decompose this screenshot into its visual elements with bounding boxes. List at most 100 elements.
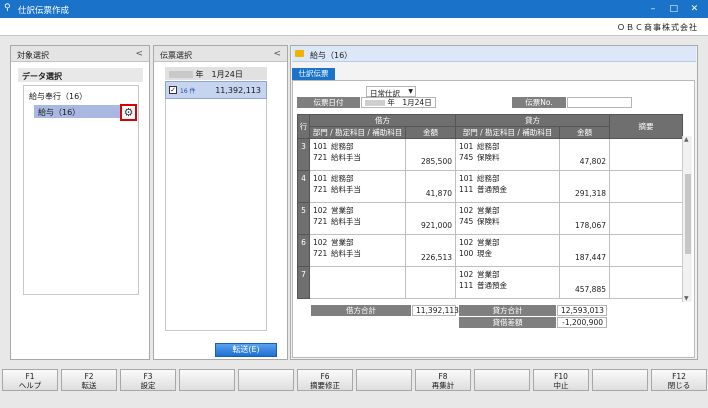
date-field[interactable]: 年 1月24日 bbox=[361, 97, 436, 108]
gear-icon[interactable]: ⚙ bbox=[120, 104, 137, 121]
window-title: 仕訳伝票作成 bbox=[18, 6, 70, 16]
credit-dept: 総務部 bbox=[477, 174, 500, 183]
debit-account-code: 721 bbox=[313, 185, 328, 194]
voucher-panel-header: 伝票選択 < bbox=[154, 46, 287, 62]
table-row[interactable]: 4 101 総務部 721 給料手当 41,870 101 総務部 111 普通預金 291,318 bbox=[297, 170, 683, 203]
fkey-number: F6 bbox=[320, 372, 330, 381]
credit-amount-cell[interactable]: 457,885 bbox=[559, 266, 610, 299]
memo-cell[interactable] bbox=[609, 202, 683, 235]
fkey-blank[interactable] bbox=[592, 369, 648, 391]
fkey-f10[interactable]: F10 中止 bbox=[533, 369, 589, 391]
fkey-number: F10 bbox=[554, 372, 568, 381]
debit-account-cell[interactable]: 101 総務部 721 給料手当 bbox=[309, 138, 406, 171]
credit-amount-cell[interactable]: 187,447 bbox=[559, 234, 610, 267]
blurred-era bbox=[365, 100, 385, 106]
difference-value: -1,200,900 bbox=[557, 317, 607, 328]
debit-amount-cell[interactable]: 226,513 bbox=[405, 234, 456, 267]
debit-account-cell[interactable]: 101 総務部 721 給料手当 bbox=[309, 170, 406, 203]
blurred-era bbox=[169, 71, 193, 78]
credit-amount-cell[interactable]: 47,802 bbox=[559, 138, 610, 171]
memo-cell[interactable] bbox=[609, 138, 683, 171]
credit-dept-code: 102 bbox=[459, 270, 474, 279]
debit-amount-cell[interactable]: 921,000 bbox=[405, 202, 456, 235]
debit-account: 給料手当 bbox=[331, 217, 361, 226]
debit-amount-cell[interactable]: 285,500 bbox=[405, 138, 456, 171]
credit-amount-cell[interactable]: 291,318 bbox=[559, 170, 610, 203]
close-icon[interactable]: ✕ bbox=[685, 2, 703, 16]
voucher-no-field[interactable] bbox=[567, 97, 632, 108]
scroll-down-icon[interactable]: ▼ bbox=[684, 295, 689, 302]
credit-dept: 営業部 bbox=[477, 206, 500, 215]
tree-item-kyuyo[interactable]: 給与（16） bbox=[34, 105, 120, 118]
voucher-date-text: 年 1月24日 bbox=[195, 70, 243, 79]
credit-account-code: 111 bbox=[459, 185, 474, 194]
scroll-thumb[interactable] bbox=[685, 174, 691, 254]
credit-total-value: 12,593,013 bbox=[557, 305, 607, 316]
collapse-left-icon[interactable]: < bbox=[135, 49, 143, 59]
collapse-left-icon[interactable]: < bbox=[273, 49, 281, 59]
table-row[interactable]: 6 102 営業部 721 給料手当 226,513 102 営業部 100 現金 187,447 bbox=[297, 234, 683, 267]
credit-account-cell[interactable]: 102 営業部 111 普通預金 bbox=[455, 266, 560, 299]
fkey-f2[interactable]: F2 転送 bbox=[61, 369, 117, 391]
voucher-row[interactable]: ✓ 16 件 11,392,113 bbox=[165, 81, 267, 99]
tab-journal-voucher[interactable]: 仕訳伝票 bbox=[292, 68, 335, 80]
fkey-f6[interactable]: F6 摘要修正 bbox=[297, 369, 353, 391]
credit-account-code: 745 bbox=[459, 217, 474, 226]
fkey-label: 閉じる bbox=[667, 381, 691, 390]
voucher-list bbox=[165, 81, 267, 331]
fkey-number: F8 bbox=[438, 372, 448, 381]
fkey-f3[interactable]: F3 設定 bbox=[120, 369, 176, 391]
credit-amount-header: 金額 bbox=[559, 126, 610, 139]
debit-dept: 総務部 bbox=[331, 142, 354, 151]
credit-account-cell[interactable]: 101 総務部 745 保険料 bbox=[455, 138, 560, 171]
debit-amount-cell[interactable] bbox=[405, 266, 456, 299]
debit-dept-code: 101 bbox=[313, 174, 328, 183]
debit-account-cell[interactable]: 102 営業部 721 給料手当 bbox=[309, 202, 406, 235]
debit-amount-cell[interactable]: 41,870 bbox=[405, 170, 456, 203]
vertical-scrollbar[interactable]: ▲ ▼ bbox=[682, 136, 692, 302]
maximize-icon[interactable]: □ bbox=[665, 2, 683, 16]
fkey-number: F3 bbox=[143, 372, 153, 381]
fkey-f8[interactable]: F8 再集計 bbox=[415, 369, 471, 391]
window-controls: – □ ✕ bbox=[644, 2, 704, 16]
credit-account-cell[interactable]: 102 営業部 745 保険料 bbox=[455, 202, 560, 235]
memo-cell[interactable] bbox=[609, 266, 683, 299]
fkey-f1[interactable]: F1 ヘルプ bbox=[2, 369, 58, 391]
count-badge: 16 件 bbox=[180, 88, 196, 95]
credit-header: 貸方 bbox=[455, 114, 610, 127]
checkbox-checked[interactable]: ✓ bbox=[169, 86, 177, 94]
folder-icon bbox=[295, 50, 304, 57]
debit-account-cell[interactable]: 102 営業部 721 給料手当 bbox=[309, 234, 406, 267]
fkey-f12[interactable]: F12 閉じる bbox=[651, 369, 707, 391]
voucher-no-label: 伝票No. bbox=[512, 97, 566, 108]
transfer-button[interactable]: 転送(E) bbox=[215, 343, 277, 357]
data-selection-heading: データ選択 bbox=[18, 68, 143, 82]
journal-table: 行 借方 貸方 摘要 部門 / 勘定科目 / 補助科目 金額 部門 / 勘定科目… bbox=[297, 114, 683, 299]
fkey-blank[interactable] bbox=[356, 369, 412, 391]
credit-amount-cell[interactable]: 178,067 bbox=[559, 202, 610, 235]
memo-cell[interactable] bbox=[609, 234, 683, 267]
table-row[interactable]: 3 101 総務部 721 給料手当 285,500 101 総務部 745 保険料 47,802 bbox=[297, 138, 683, 171]
scroll-up-icon[interactable]: ▲ bbox=[684, 136, 689, 143]
date-value: 年 1月24日 bbox=[387, 98, 432, 107]
memo-cell[interactable] bbox=[609, 170, 683, 203]
table-row[interactable]: 5 102 営業部 721 給料手当 921,000 102 営業部 745 保険料 178,067 bbox=[297, 202, 683, 235]
debit-account-cell[interactable] bbox=[309, 266, 406, 299]
tree-item-kyuyo-bugyo[interactable]: 給与奉行（16） bbox=[29, 91, 87, 102]
target-panel-title: 対象選択 bbox=[17, 51, 49, 60]
table-row[interactable]: 7 102 営業部 111 普通預金 457,885 bbox=[297, 266, 683, 299]
debit-account-header: 部門 / 勘定科目 / 補助科目 bbox=[309, 126, 406, 139]
fkey-blank[interactable] bbox=[179, 369, 235, 391]
fkey-blank[interactable] bbox=[474, 369, 530, 391]
fkey-label: 再集計 bbox=[431, 381, 455, 390]
app-icon: ⚲ bbox=[4, 3, 11, 13]
voucher-type-select[interactable]: 日常仕訳 ▼ bbox=[366, 86, 416, 98]
credit-account: 普通預金 bbox=[477, 185, 507, 194]
minimize-icon[interactable]: – bbox=[644, 2, 662, 16]
fkey-number: F12 bbox=[672, 372, 686, 381]
company-name: ＯＢＣ商事株式会社 bbox=[617, 23, 698, 32]
credit-account-cell[interactable]: 102 営業部 100 現金 bbox=[455, 234, 560, 267]
credit-account-cell[interactable]: 101 総務部 111 普通預金 bbox=[455, 170, 560, 203]
target-panel-header: 対象選択 < bbox=[11, 46, 149, 62]
fkey-blank[interactable] bbox=[238, 369, 294, 391]
